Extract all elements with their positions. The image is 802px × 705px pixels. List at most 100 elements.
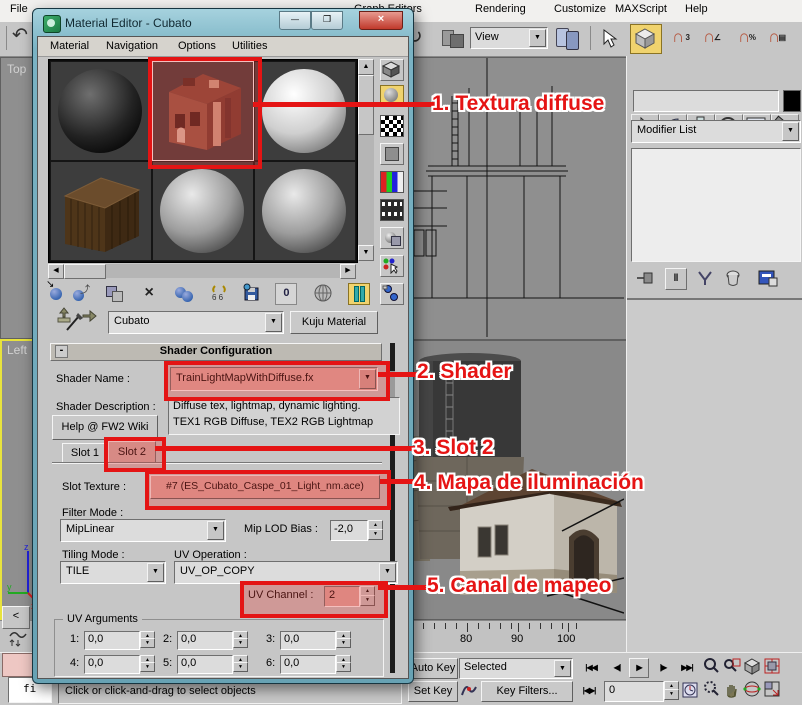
auto-key-button[interactable]: Auto Key [408,658,458,679]
sample-uv-tiling-icon[interactable] [380,143,404,165]
selection-filter-dropdown[interactable]: Selected [459,658,573,679]
time-configuration-icon[interactable] [682,681,700,699]
close-button[interactable]: × [359,11,403,30]
me-titlebar[interactable]: Material Editor - Cubato — ❐ × [35,11,411,36]
tiling-mode-dropdown[interactable]: TILE [60,561,166,584]
uv-arg-spinner-6[interactable] [336,655,349,672]
chevron-down-icon[interactable] [265,313,282,332]
tab-slot-1[interactable]: Slot 1 [62,443,108,463]
pin-stack-icon[interactable] [635,268,657,288]
chevron-down-icon[interactable] [207,521,224,540]
uv-arg-spinner-1[interactable] [140,631,153,648]
assign-material-to-selection-icon[interactable] [104,283,124,303]
uv-arg-field-5[interactable]: 0,0 [177,655,233,674]
object-name-field[interactable] [633,90,779,112]
scroll-up-icon[interactable]: ▲ [358,59,374,75]
sample-slot-3[interactable] [254,61,356,161]
uv-arg-field-3[interactable]: 0,0 [280,631,336,650]
object-color-swatch[interactable] [783,90,801,112]
sample-slot-5[interactable] [152,161,254,261]
make-unique-icon[interactable]: 6 6 [209,283,229,303]
mip-lod-bias-spinner[interactable] [368,520,381,540]
snaps-toggle-button[interactable] [630,24,662,54]
region-zoom-icon[interactable] [703,680,721,698]
me-menu-navigation[interactable]: Navigation [100,37,164,55]
me-menu-utilities[interactable]: Utilities [226,37,273,55]
go-to-start-icon[interactable] [580,659,602,677]
scroll-left-icon[interactable]: ◀ [48,264,64,279]
previous-frame-icon[interactable] [606,659,628,677]
sample-hscrollbar[interactable]: ◀ ▶ [48,264,356,278]
chevron-down-icon[interactable] [782,122,799,141]
sample-type-icon[interactable] [380,59,404,81]
snap-3d-icon[interactable]: 3 [665,25,691,51]
show-end-result-stack-icon[interactable]: ‖ [665,268,687,290]
menu-file[interactable]: File [4,0,34,18]
menu-customize[interactable]: Customize [548,0,612,18]
uv-arg-spinner-3[interactable] [336,631,349,648]
material-id-channel-icon[interactable]: 0 [275,283,297,305]
modifier-stack-list[interactable] [631,148,801,262]
menu-rendering[interactable]: Rendering [469,0,532,18]
frame-spinner[interactable] [664,681,677,700]
material-type-button[interactable]: Kuju Material [290,311,378,334]
chevron-down-icon[interactable] [554,660,571,677]
chevron-down-icon[interactable] [147,563,164,582]
pick-material-eyedropper-icon[interactable] [64,311,86,333]
uv-arg-spinner-5[interactable] [233,655,246,672]
get-material-icon[interactable]: ↘ [46,283,66,303]
zoom-extents-all-icon[interactable] [763,657,781,675]
put-to-library-icon[interactable] [242,283,262,303]
remove-modifier-icon[interactable] [723,268,745,288]
time-ruler[interactable]: 80 90 100 [411,623,626,651]
angle-snap-icon[interactable]: ∠ [696,25,722,51]
restore-button[interactable]: ❐ [311,11,343,30]
filter-mode-dropdown[interactable]: MipLinear [60,519,226,542]
chevron-down-icon[interactable] [529,29,546,47]
track-view-mini-icon[interactable] [8,630,28,648]
sample-vscrollbar[interactable]: ▲ ▼ [358,59,374,261]
menu-maxscript[interactable]: MAXScript [609,0,673,18]
go-to-end-icon[interactable] [676,659,698,677]
chevron-down-icon[interactable] [379,563,396,582]
zoom-extents-icon[interactable] [743,657,761,675]
uv-arg-field-6[interactable]: 0,0 [280,655,336,674]
select-by-material-icon[interactable] [380,255,404,277]
key-filter-curve-icon[interactable] [460,681,478,700]
sample-slot-1[interactable] [50,61,152,161]
uv-arg-spinner-2[interactable] [233,631,246,648]
select-and-manipulate-icon[interactable] [600,28,620,50]
reset-map-icon[interactable]: × [139,283,159,303]
uv-arg-spinner-4[interactable] [140,655,153,672]
configure-modifier-sets-icon[interactable] [757,268,779,288]
make-material-copy-icon[interactable] [174,283,194,303]
uv-arg-field-1[interactable]: 0,0 [84,631,140,650]
arc-rotate-icon[interactable] [743,680,761,698]
current-frame-field[interactable]: 0 [604,681,664,702]
mip-lod-bias-field[interactable]: -2,0 [330,520,368,541]
menu-help[interactable]: Help [679,0,714,18]
scroll-down-icon[interactable]: ▼ [358,245,374,261]
key-mode-toggle-icon[interactable] [578,682,600,700]
maximize-viewport-toggle-icon[interactable] [763,680,781,698]
material-name-dropdown[interactable]: Cubato [108,311,284,334]
next-frame-icon[interactable] [652,659,674,677]
percent-snap-icon[interactable]: % [731,25,757,51]
sample-slot-4[interactable] [50,161,152,261]
key-filters-button[interactable]: Key Filters... [481,681,573,702]
scroll-thumb[interactable] [64,264,106,279]
pan-hand-icon[interactable] [723,680,741,698]
shader-configuration-rollout[interactable]: - Shader Configuration [50,343,382,361]
show-map-in-viewport-icon[interactable] [313,283,333,303]
make-preview-icon[interactable] [380,199,404,221]
me-menu-material[interactable]: Material [44,37,95,55]
sample-slot-6[interactable] [254,161,356,261]
scroll-right-icon[interactable]: ▶ [340,264,356,279]
spinner-snap-icon[interactable]: ▤ [761,25,787,51]
undo-icon[interactable]: ↶ [12,24,28,47]
rollout-collapse-icon[interactable]: - [55,345,68,358]
me-menu-options[interactable]: Options [172,37,222,55]
minimize-button[interactable]: — [279,11,311,30]
play-button[interactable] [629,658,649,678]
zoom-icon[interactable] [703,657,721,675]
